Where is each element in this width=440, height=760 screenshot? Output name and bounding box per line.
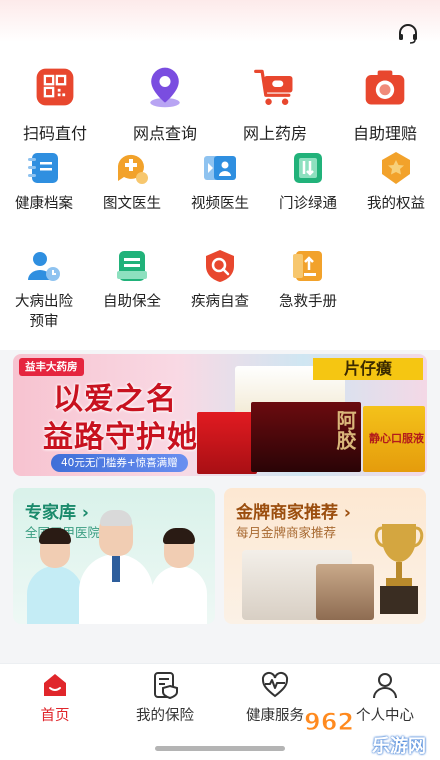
banner-product-ejiao-label: 阿胶	[333, 410, 357, 450]
service-label: 疾病自查	[191, 294, 249, 310]
health-record-icon	[28, 153, 58, 183]
customer-service-button[interactable]	[394, 20, 422, 48]
doctor-tie	[112, 556, 120, 582]
doctor-figure-left	[27, 528, 83, 624]
tab-home[interactable]: 首页	[0, 670, 110, 725]
policy-service-icon	[117, 251, 147, 281]
tab-label: 首页	[40, 708, 70, 724]
clinic-green-icon	[294, 153, 322, 183]
service-clinic-green[interactable]: 门诊绿通	[264, 150, 352, 220]
video-doctor-icon	[204, 156, 236, 180]
service-label: 视频医生	[191, 196, 249, 212]
sub-services-2: 大病出险预审 自助保全 疾病自查 急救手册	[0, 248, 440, 338]
tab-label: 我的保险	[136, 708, 194, 724]
merchant-title-text: 金牌商家推荐	[236, 503, 338, 523]
qr-scan-icon	[36, 68, 74, 106]
service-self-check[interactable]: 疾病自查	[176, 248, 264, 338]
tab-my-insurance[interactable]: 我的保险	[110, 670, 220, 725]
banner-product-jingxin-label: 静心口服液	[369, 432, 424, 445]
chevron-right-icon: ›	[81, 503, 89, 523]
service-label: 图文医生	[103, 196, 161, 212]
doctor-hair	[163, 528, 195, 544]
service-health-record[interactable]: 健康档案	[0, 150, 88, 220]
expert-library-card[interactable]: 专家库 › 全国三甲医院专家	[13, 488, 215, 624]
sub-services: 健康档案 图文医生 视频医生 门诊绿通 我的权益	[0, 150, 440, 220]
promo-banner[interactable]: 益丰大药房 以爱之名 益路守护她 40元无门槛券+惊喜满赠 片仔癀 阿胶 静心口…	[13, 354, 427, 476]
merchant-card-subtitle: 每月金牌商家推荐	[236, 525, 337, 540]
banner-headline-2: 益路守护她	[43, 420, 198, 455]
service-scan-pay[interactable]: 扫码直付	[0, 60, 110, 144]
service-self-policy[interactable]: 自助保全	[88, 248, 176, 338]
watermark-number: 962	[304, 708, 354, 736]
person-icon	[373, 673, 397, 699]
service-video-doctor[interactable]: 视频医生	[176, 150, 264, 220]
service-label: 自助理赔	[352, 124, 417, 143]
service-illness-review[interactable]: 大病出险 预审	[0, 248, 88, 338]
doctor-hair	[100, 510, 132, 526]
first-aid-manual-icon	[293, 251, 322, 281]
home-icon	[44, 674, 66, 696]
headset-icon	[399, 24, 417, 44]
home-indicator	[155, 746, 285, 751]
shopping-cart-icon	[254, 69, 293, 105]
service-label-line2: 预审	[29, 314, 59, 330]
banner-product-pzh: 片仔癀	[313, 358, 423, 380]
gold-merchant-card[interactable]: 金牌商家推荐 › 每月金牌商家推荐	[224, 488, 426, 624]
service-label: 扫码直付	[22, 124, 87, 143]
service-label: 健康档案	[15, 196, 73, 212]
service-branch-query[interactable]: 网点查询	[110, 60, 220, 144]
site-watermark: 962 乐游网	[302, 706, 432, 758]
insurance-doc-icon	[154, 672, 178, 700]
service-first-aid[interactable]: 急救手册	[264, 248, 352, 338]
expert-title-text: 专家库	[25, 503, 76, 523]
service-online-pharmacy[interactable]: 网上药房	[220, 60, 330, 144]
doctor-figure-center	[79, 510, 153, 624]
banner-product-ejiao: 阿胶	[251, 402, 361, 472]
service-text-doctor[interactable]: 图文医生	[88, 150, 176, 220]
service-label: 自助保全	[103, 294, 161, 310]
doctor-hair	[39, 528, 71, 544]
service-label: 大病出险 预审	[15, 292, 73, 332]
location-pin-icon	[150, 67, 180, 108]
banner-product-red-box	[197, 412, 257, 474]
doctor-figure-right	[151, 528, 207, 624]
chevron-right-icon: ›	[343, 503, 351, 523]
service-label: 急救手册	[279, 294, 337, 310]
service-my-rights[interactable]: 我的权益	[352, 150, 440, 220]
service-label: 我的权益	[367, 196, 425, 212]
main-services: 扫码直付 网点查询 网上药房 自助理赔	[0, 60, 440, 144]
banner-promo-tag: 40元无门槛券+惊喜满赠	[51, 454, 188, 472]
watermark-text: 乐游网	[372, 736, 426, 757]
service-label-line1: 大病出险	[15, 294, 73, 310]
chat-doctor-icon	[118, 154, 148, 184]
service-label: 门诊绿通	[279, 196, 337, 212]
self-check-icon	[206, 250, 234, 282]
trophy-icon	[374, 524, 424, 614]
merchant-card-title: 金牌商家推荐 ›	[236, 498, 351, 523]
camera-icon	[365, 70, 405, 105]
banner-product-jingxin: 静心口服液	[363, 406, 425, 472]
store-interior-image-2	[316, 564, 374, 620]
illness-review-icon	[28, 252, 60, 281]
service-self-claim[interactable]: 自助理赔	[330, 60, 440, 144]
service-label: 网上药房	[242, 124, 307, 143]
rights-badge-icon	[382, 152, 410, 184]
tab-label: 健康服务	[246, 708, 304, 724]
service-label: 网点查询	[132, 124, 197, 143]
health-heart-icon	[261, 671, 289, 698]
expert-card-title: 专家库 ›	[25, 498, 89, 523]
